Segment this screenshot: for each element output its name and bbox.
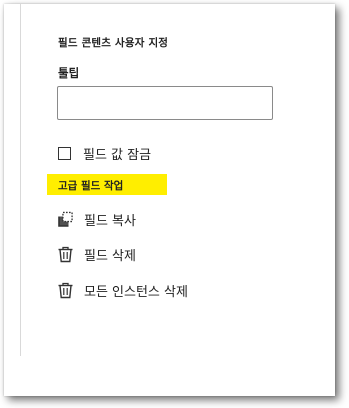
advanced-actions-heading: 고급 필드 작업 — [47, 174, 167, 195]
tooltip-input[interactable] — [57, 86, 273, 120]
delete-all-instances-label: 모든 인스턴스 삭제 — [84, 285, 188, 300]
section-title: 필드 콘텐츠 사용자 지정 — [58, 37, 169, 49]
lock-field-value-label: 필드 값 잠금 — [83, 148, 152, 163]
tooltip-label: 툴팁 — [58, 66, 80, 80]
trash-icon — [57, 282, 74, 299]
lock-field-value-checkbox-row[interactable]: 필드 값 잠금 — [57, 144, 151, 163]
panel-frame — [4, 4, 335, 396]
lock-field-value-checkbox[interactable] — [58, 147, 71, 160]
delete-field-action[interactable]: 필드 삭제 — [57, 245, 136, 264]
copy-field-label: 필드 복사 — [84, 214, 136, 229]
delete-field-label: 필드 삭제 — [84, 249, 136, 264]
advanced-actions-title: 고급 필드 작업 — [58, 180, 124, 192]
copy-field-action[interactable]: 필드 복사 — [57, 210, 136, 229]
trash-icon — [57, 246, 74, 263]
copy-icon — [57, 211, 74, 228]
panel-divider — [20, 4, 21, 356]
delete-all-instances-action[interactable]: 모든 인스턴스 삭제 — [57, 281, 188, 300]
